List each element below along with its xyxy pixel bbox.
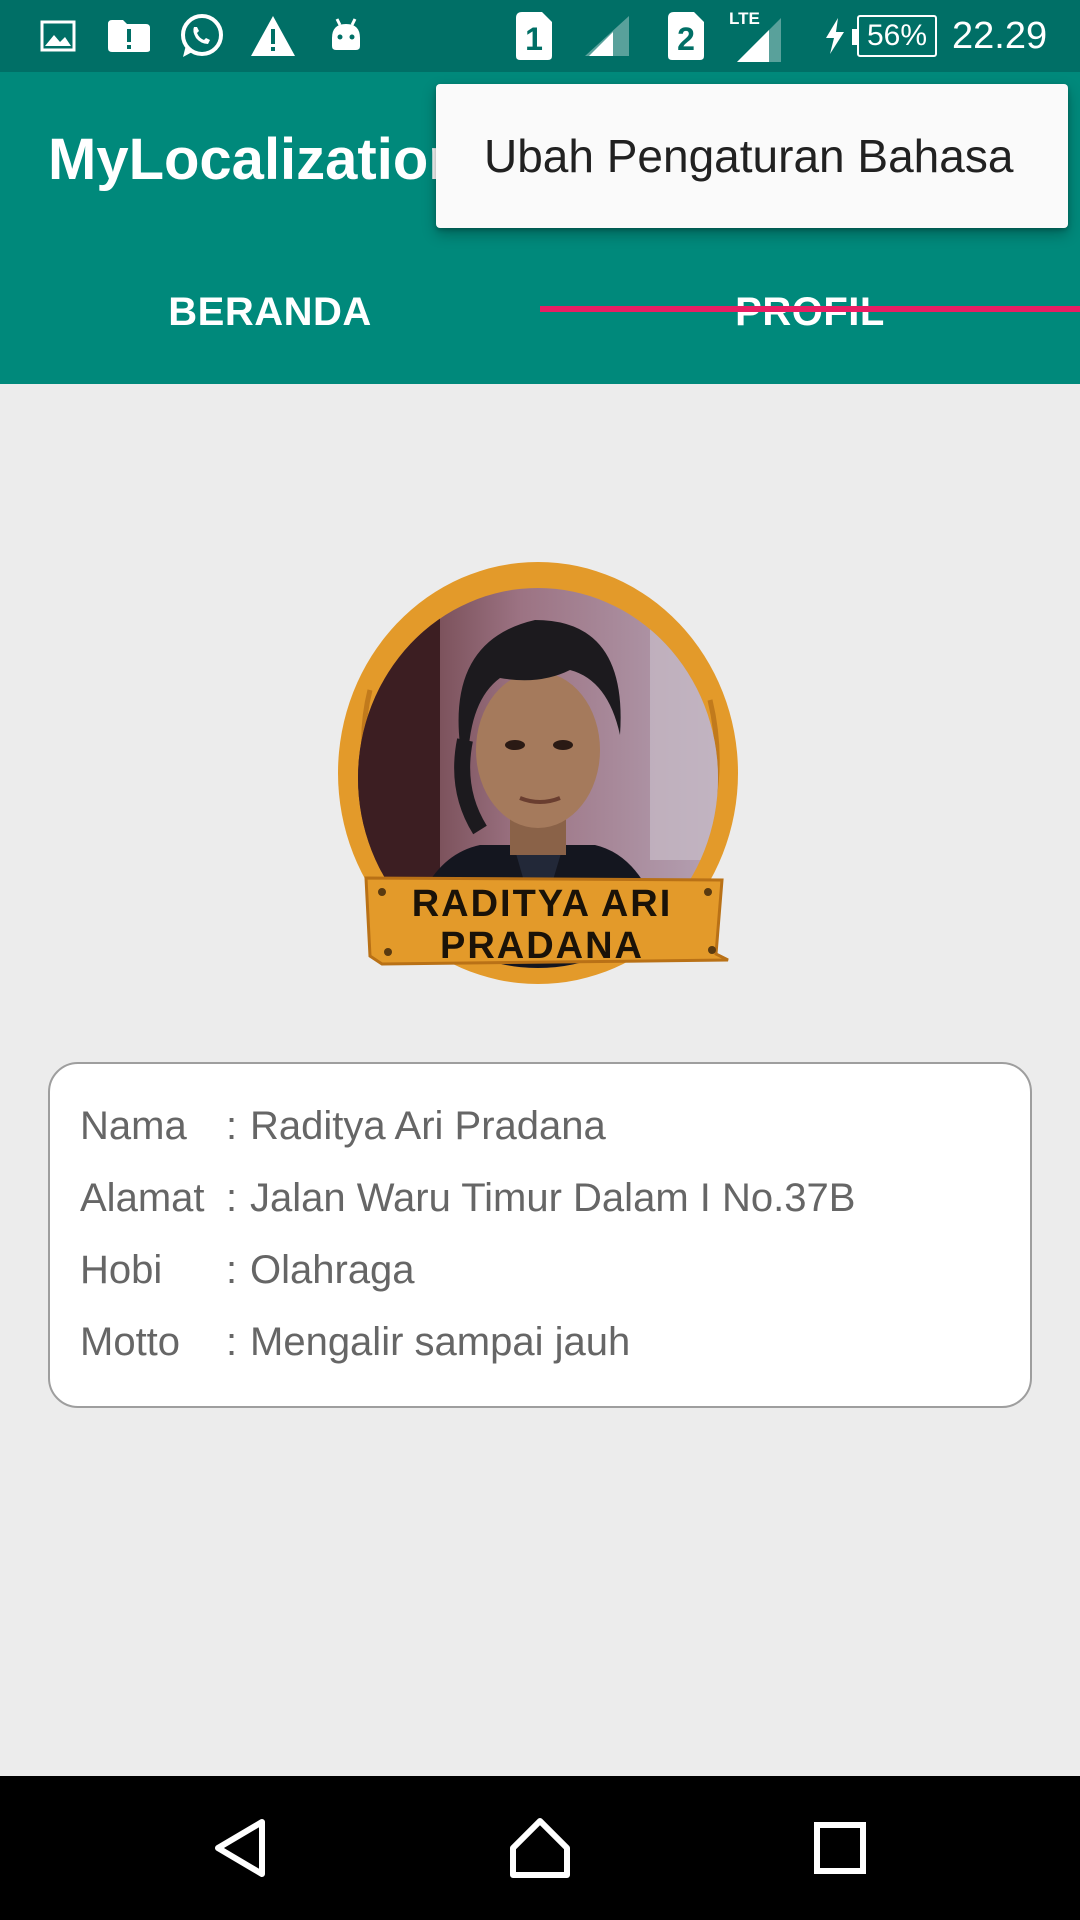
info-value: Mengalir sampai jauh (250, 1319, 631, 1364)
info-label: Hobi (80, 1247, 163, 1292)
network-type-label: LTE (729, 9, 760, 28)
signal-lte-icon: LTE (724, 0, 786, 72)
info-value: Olahraga (250, 1247, 415, 1292)
badge-name-line2: PRADANA (440, 925, 644, 967)
signal-sim1-icon (582, 0, 632, 72)
info-label: Motto (80, 1319, 181, 1364)
sim2-label: 2 (677, 21, 695, 57)
home-icon[interactable] (460, 1776, 620, 1920)
back-icon[interactable] (160, 1776, 320, 1920)
info-label: Nama (80, 1103, 187, 1148)
battery-percent: 56% (866, 19, 928, 52)
info-separator: : (226, 1319, 238, 1364)
sim2-icon: 2 (664, 0, 708, 72)
status-bar: 1 2 LTE 56% 22.29 (0, 0, 1080, 72)
gallery-notification-icon (36, 0, 80, 72)
profile-info-card: Nama : Raditya Ari Pradana Alamat : Jala… (48, 1062, 1032, 1408)
sim1-label: 1 (525, 21, 543, 57)
info-row-nama: Nama : Raditya Ari Pradana (80, 1090, 1030, 1162)
info-separator: : (226, 1175, 238, 1220)
info-row-hobi: Hobi : Olahraga (80, 1234, 1030, 1306)
whatsapp-icon (174, 0, 228, 72)
android-debug-icon (322, 0, 370, 72)
battery-icon: 56% (852, 0, 938, 72)
status-time: 22.29 (952, 0, 1062, 72)
info-label: Alamat (80, 1175, 205, 1220)
info-row-alamat: Alamat : Jalan Waru Timur Dalam I No.37B (80, 1162, 1030, 1234)
tab-indicator (540, 306, 1080, 312)
tab-profil[interactable]: PROFIL (540, 240, 1080, 384)
info-separator: : (226, 1247, 238, 1292)
navigation-bar (0, 1776, 1080, 1920)
tab-beranda[interactable]: BERANDA (0, 240, 540, 384)
info-value: Jalan Waru Timur Dalam I No.37B (250, 1175, 856, 1220)
alert-folder-icon (104, 0, 154, 72)
profile-avatar-badge: RADITYA ARI PRADANA (330, 560, 750, 990)
info-separator: : (226, 1103, 238, 1148)
recents-icon[interactable] (760, 1776, 920, 1920)
app-title: MyLocalization (48, 127, 464, 192)
badge-name-line1: RADITYA ARI (412, 883, 673, 925)
screen: 1 2 LTE 56% 22.29 MyLocalization BERANDA… (0, 0, 1080, 1920)
menu-item-change-language[interactable]: Ubah Pengaturan Bahasa (436, 84, 1068, 228)
status-time-text: 22.29 (952, 14, 1048, 57)
info-value: Raditya Ari Pradana (250, 1103, 606, 1148)
overflow-menu: Ubah Pengaturan Bahasa (436, 84, 1068, 228)
warning-icon (248, 0, 298, 72)
info-row-motto: Motto : Mengalir sampai jauh (80, 1306, 1030, 1378)
charging-icon (820, 0, 850, 72)
sim1-icon: 1 (512, 0, 556, 72)
